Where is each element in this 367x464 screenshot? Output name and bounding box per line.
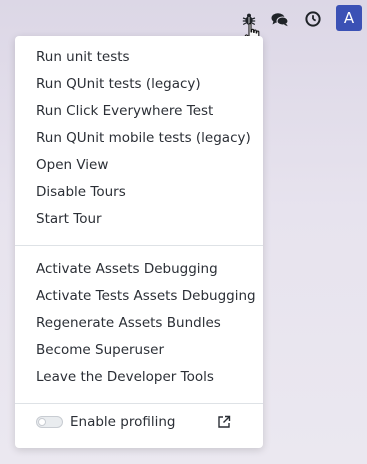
chat-icon[interactable] [270, 9, 290, 29]
menu-divider [15, 403, 263, 404]
run-unit-tests-item[interactable]: Run unit tests [15, 44, 263, 71]
run-click-everywhere-test-item[interactable]: Run Click Everywhere Test [15, 98, 263, 125]
tests-menu-group: Run unit tests Run QUnit tests (legacy) … [15, 36, 263, 241]
profiling-label[interactable]: Enable profiling [70, 408, 176, 436]
run-qunit-tests-legacy-item[interactable]: Run QUnit tests (legacy) [15, 71, 263, 98]
profiling-row: Enable profiling [15, 408, 263, 436]
start-tour-item[interactable]: Start Tour [15, 206, 263, 233]
systray: A [0, 0, 367, 36]
menu-divider [15, 245, 263, 246]
activate-tests-assets-debugging-item[interactable]: Activate Tests Assets Debugging [15, 283, 263, 310]
become-superuser-item[interactable]: Become Superuser [15, 337, 263, 364]
debug-menu-dropdown: Run unit tests Run QUnit tests (legacy) … [15, 36, 263, 448]
bug-icon[interactable] [239, 9, 259, 29]
disable-tours-item[interactable]: Disable Tours [15, 179, 263, 206]
activate-assets-debugging-item[interactable]: Activate Assets Debugging [15, 256, 263, 283]
profiling-toggle[interactable] [36, 416, 63, 428]
leave-developer-tools-item[interactable]: Leave the Developer Tools [15, 364, 263, 391]
user-avatar[interactable]: A [336, 5, 362, 31]
assets-menu-group: Activate Assets Debugging Activate Tests… [15, 250, 263, 399]
clock-icon[interactable] [303, 9, 323, 29]
external-link-icon[interactable] [217, 415, 231, 429]
avatar-letter: A [343, 9, 355, 27]
regenerate-assets-bundles-item[interactable]: Regenerate Assets Bundles [15, 310, 263, 337]
run-qunit-mobile-tests-legacy-item[interactable]: Run QUnit mobile tests (legacy) [15, 125, 263, 152]
toggle-knob [38, 418, 46, 426]
open-view-item[interactable]: Open View [15, 152, 263, 179]
